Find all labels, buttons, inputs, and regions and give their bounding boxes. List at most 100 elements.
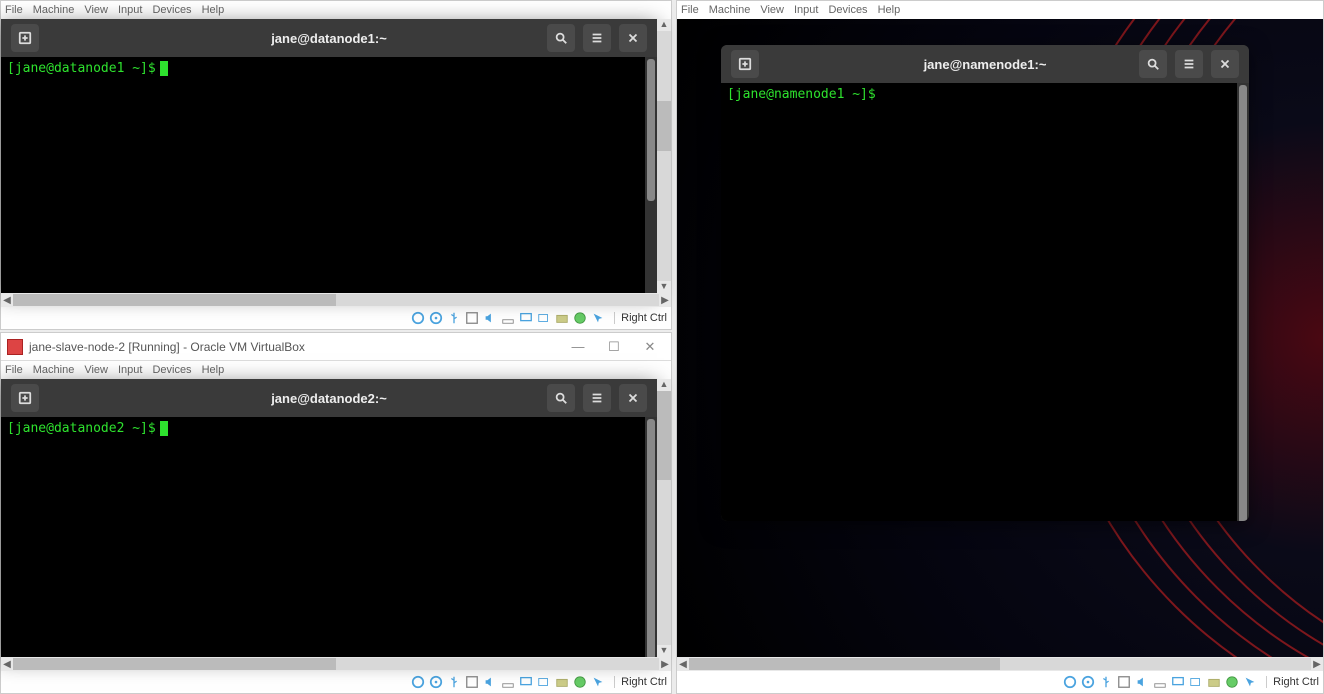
menu-help[interactable]: Help bbox=[202, 4, 225, 16]
shell-prompt: [jane@datanode2 ~]$ bbox=[7, 421, 156, 436]
menu-machine[interactable]: Machine bbox=[33, 364, 75, 376]
maximize-button[interactable]: ☐ bbox=[599, 339, 629, 355]
menu-help[interactable]: Help bbox=[202, 364, 225, 376]
terminal-title: jane@namenode1:~ bbox=[721, 57, 1249, 72]
terminal-body[interactable]: [jane@datanode2 ~]$ bbox=[1, 417, 657, 657]
shared-folder-icon[interactable] bbox=[1206, 674, 1222, 690]
scroll-right-icon[interactable]: ▶ bbox=[659, 295, 671, 306]
hdd-icon[interactable] bbox=[1062, 674, 1078, 690]
menu-view[interactable]: View bbox=[760, 4, 784, 16]
menu-machine[interactable]: Machine bbox=[709, 4, 751, 16]
vm-statusbar: Right Ctrl bbox=[1, 307, 671, 329]
scroll-up-icon[interactable]: ▲ bbox=[657, 19, 671, 31]
scroll-left-icon[interactable]: ◀ bbox=[677, 659, 689, 670]
menu-machine[interactable]: Machine bbox=[33, 4, 75, 16]
audio-icon[interactable] bbox=[1134, 674, 1150, 690]
menu-view[interactable]: View bbox=[84, 364, 108, 376]
menu-input[interactable]: Input bbox=[118, 364, 142, 376]
menu-devices[interactable]: Devices bbox=[152, 4, 191, 16]
floppy-icon[interactable] bbox=[1116, 674, 1132, 690]
minimize-button[interactable]: — bbox=[563, 339, 593, 354]
display-icon[interactable] bbox=[1170, 674, 1186, 690]
usb-icon[interactable] bbox=[446, 310, 462, 326]
terminal-body[interactable]: [jane@datanode1 ~]$ bbox=[1, 57, 657, 293]
terminal-scrollbar[interactable] bbox=[645, 417, 657, 657]
scroll-left-icon[interactable]: ◀ bbox=[1, 295, 13, 306]
menu-file[interactable]: File bbox=[681, 4, 699, 16]
shared-folder-icon[interactable] bbox=[554, 674, 570, 690]
terminal-scrollbar[interactable] bbox=[645, 57, 657, 293]
vm-vertical-scrollbar[interactable]: ▲ ▼ bbox=[657, 19, 671, 293]
mouse-integration-icon[interactable] bbox=[590, 310, 606, 326]
menu-file[interactable]: File bbox=[5, 364, 23, 376]
hostkey-indicator: Right Ctrl bbox=[1266, 676, 1319, 688]
vm-horizontal-scrollbar[interactable]: ◀ ▶ bbox=[1, 657, 671, 671]
menu-help[interactable]: Help bbox=[878, 4, 901, 16]
terminal-scrollbar[interactable] bbox=[1237, 83, 1249, 521]
usb-icon[interactable] bbox=[1098, 674, 1114, 690]
menu-input[interactable]: Input bbox=[118, 4, 142, 16]
virtualbox-icon bbox=[7, 339, 23, 355]
cursor-icon bbox=[160, 61, 168, 76]
optical-icon[interactable] bbox=[1080, 674, 1096, 690]
menu-button[interactable] bbox=[583, 24, 611, 52]
new-tab-button[interactable] bbox=[11, 24, 39, 52]
scroll-down-icon[interactable]: ▼ bbox=[657, 281, 671, 293]
close-button[interactable] bbox=[619, 384, 647, 412]
close-button[interactable] bbox=[1211, 50, 1239, 78]
audio-icon[interactable] bbox=[482, 310, 498, 326]
menu-button[interactable] bbox=[583, 384, 611, 412]
clipboard-icon[interactable] bbox=[1224, 674, 1240, 690]
vm-guest-display[interactable]: jane@datanode1:~ [jane@datanode1 ~]$ bbox=[1, 19, 671, 293]
scroll-right-icon[interactable]: ▶ bbox=[659, 659, 671, 670]
menu-file[interactable]: File bbox=[5, 4, 23, 16]
floppy-icon[interactable] bbox=[464, 310, 480, 326]
clipboard-icon[interactable] bbox=[572, 674, 588, 690]
floppy-icon[interactable] bbox=[464, 674, 480, 690]
network-icon[interactable] bbox=[500, 674, 516, 690]
scroll-up-icon[interactable]: ▲ bbox=[657, 379, 671, 391]
recording-icon[interactable] bbox=[1188, 674, 1204, 690]
search-button[interactable] bbox=[547, 24, 575, 52]
vm-pane-datanode2: jane-slave-node-2 [Running] - Oracle VM … bbox=[0, 332, 672, 694]
vm-horizontal-scrollbar[interactable]: ◀ ▶ bbox=[677, 657, 1323, 671]
display-icon[interactable] bbox=[518, 310, 534, 326]
vm-guest-display[interactable]: jane@namenode1:~ [jane@namenode1 ~]$ bbox=[677, 19, 1323, 657]
vm-vertical-scrollbar[interactable]: ▲ ▼ bbox=[657, 379, 671, 657]
hdd-icon[interactable] bbox=[410, 674, 426, 690]
close-button[interactable] bbox=[619, 24, 647, 52]
vm-pane-namenode1: File Machine View Input Devices Help jan… bbox=[676, 0, 1324, 694]
new-tab-button[interactable] bbox=[731, 50, 759, 78]
audio-icon[interactable] bbox=[482, 674, 498, 690]
mouse-integration-icon[interactable] bbox=[1242, 674, 1258, 690]
terminal-header: jane@namenode1:~ bbox=[721, 45, 1249, 83]
search-button[interactable] bbox=[1139, 50, 1167, 78]
search-button[interactable] bbox=[547, 384, 575, 412]
menu-view[interactable]: View bbox=[84, 4, 108, 16]
terminal-body[interactable]: [jane@namenode1 ~]$ bbox=[721, 83, 1249, 521]
vm-horizontal-scrollbar[interactable]: ◀ ▶ bbox=[1, 293, 671, 307]
scroll-right-icon[interactable]: ▶ bbox=[1311, 659, 1323, 670]
menu-devices[interactable]: Devices bbox=[828, 4, 867, 16]
menu-button[interactable] bbox=[1175, 50, 1203, 78]
network-icon[interactable] bbox=[500, 310, 516, 326]
scroll-left-icon[interactable]: ◀ bbox=[1, 659, 13, 670]
menu-input[interactable]: Input bbox=[794, 4, 818, 16]
optical-icon[interactable] bbox=[428, 310, 444, 326]
optical-icon[interactable] bbox=[428, 674, 444, 690]
recording-icon[interactable] bbox=[536, 310, 552, 326]
clipboard-icon[interactable] bbox=[572, 310, 588, 326]
scroll-down-icon[interactable]: ▼ bbox=[657, 645, 671, 657]
hdd-icon[interactable] bbox=[410, 310, 426, 326]
new-tab-button[interactable] bbox=[11, 384, 39, 412]
mouse-integration-icon[interactable] bbox=[590, 674, 606, 690]
vm-guest-display[interactable]: jane@datanode2:~ [jane@datanode2 ~]$ bbox=[1, 379, 671, 657]
menu-devices[interactable]: Devices bbox=[152, 364, 191, 376]
window-close-button[interactable]: ✕ bbox=[635, 339, 665, 355]
display-icon[interactable] bbox=[518, 674, 534, 690]
recording-icon[interactable] bbox=[536, 674, 552, 690]
shared-folder-icon[interactable] bbox=[554, 310, 570, 326]
window-titlebar[interactable]: jane-slave-node-2 [Running] - Oracle VM … bbox=[1, 333, 671, 361]
network-icon[interactable] bbox=[1152, 674, 1168, 690]
usb-icon[interactable] bbox=[446, 674, 462, 690]
